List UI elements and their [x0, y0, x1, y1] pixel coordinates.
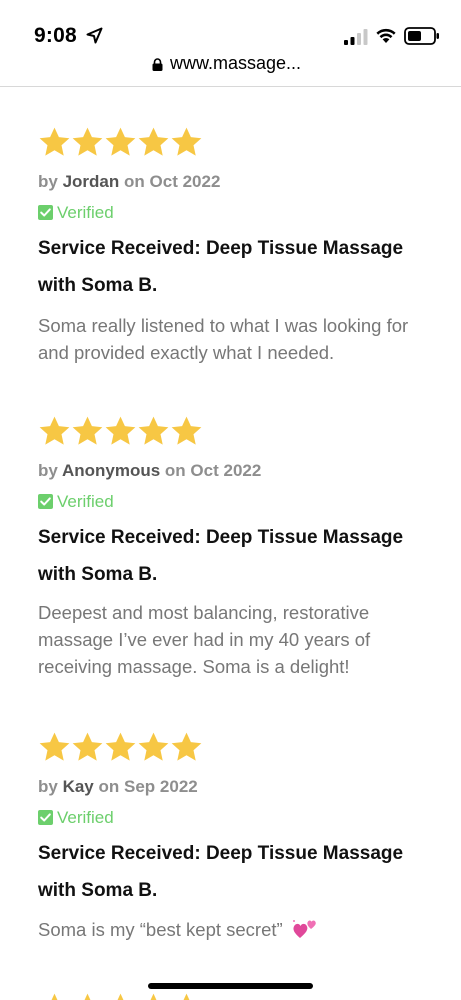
star-icon — [71, 126, 104, 159]
star-icon — [104, 992, 137, 1000]
star-icon — [71, 731, 104, 764]
checkbox-checked-icon — [38, 494, 53, 509]
verified-label: Verified — [57, 492, 114, 511]
wifi-icon — [376, 28, 396, 43]
url-text[interactable]: www.massage... — [170, 53, 301, 74]
review-date: Oct 2022 — [190, 461, 262, 480]
review-byline: by Jordan on Oct 2022 — [38, 172, 220, 192]
star-icon — [38, 731, 71, 764]
review-text: Deepest and most balancing, restorative … — [38, 602, 371, 677]
by-prefix: by — [38, 172, 58, 191]
star-icon — [170, 731, 203, 764]
location-arrow-icon — [86, 27, 103, 44]
star-icon — [38, 992, 71, 1000]
cellular-signal-icon — [344, 29, 368, 45]
star-icon — [71, 992, 104, 1000]
service-received: Service Received: Deep Tissue Massage wi… — [38, 527, 404, 585]
review-text: Soma really listened to what I was looki… — [38, 315, 409, 363]
star-icon — [137, 992, 170, 1000]
review-author: Jordan — [62, 172, 120, 191]
star-rating — [38, 415, 203, 451]
address-bar[interactable]: www.massage... — [0, 52, 461, 87]
service-received: Service Received: Deep Tissue Massage wi… — [38, 238, 404, 296]
battery-icon — [404, 27, 439, 45]
review-byline: by Anonymous on Oct 2022 — [38, 461, 261, 481]
two-hearts-icon — [292, 920, 316, 938]
by-prefix: by — [38, 777, 58, 796]
star-icon — [38, 126, 71, 159]
lock-icon — [152, 58, 163, 71]
next-review-stars-partial — [38, 992, 208, 1000]
verified-label: Verified — [57, 808, 114, 827]
review-text-row: Soma is my “best kept secret” — [38, 916, 438, 943]
verified-label: Verified — [57, 203, 114, 222]
review-author: Anonymous — [61, 461, 161, 480]
review-date: Sep 2022 — [124, 777, 198, 796]
star-rating — [38, 731, 203, 767]
star-icon — [38, 415, 71, 448]
checkbox-checked-icon — [38, 205, 53, 220]
home-indicator[interactable] — [148, 983, 313, 989]
on-prefix: on — [164, 461, 186, 480]
star-icon — [137, 415, 170, 448]
star-icon — [137, 126, 170, 159]
star-icon — [170, 126, 203, 159]
review-text: Soma is my “best kept secret” — [38, 919, 283, 940]
star-rating — [38, 126, 203, 162]
service-received: Service Received: Deep Tissue Massage wi… — [38, 843, 404, 901]
star-icon — [170, 415, 203, 448]
star-icon — [170, 992, 203, 1000]
star-icon — [104, 126, 137, 159]
status-time: 9:08 — [34, 24, 77, 47]
by-prefix: by — [38, 461, 58, 480]
on-prefix: on — [124, 172, 145, 191]
review-author: Kay — [62, 777, 94, 796]
star-icon — [104, 415, 137, 448]
star-icon — [71, 415, 104, 448]
review-byline: by Kay on Sep 2022 — [38, 777, 198, 797]
review-date: Oct 2022 — [149, 172, 221, 191]
on-prefix: on — [98, 777, 120, 796]
checkbox-checked-icon — [38, 810, 53, 825]
screen: 9:08 www.massage... by Jordan on Oct 202… — [0, 0, 461, 1000]
status-bar: 9:08 — [0, 0, 461, 58]
star-icon — [137, 731, 170, 764]
star-icon — [104, 731, 137, 764]
